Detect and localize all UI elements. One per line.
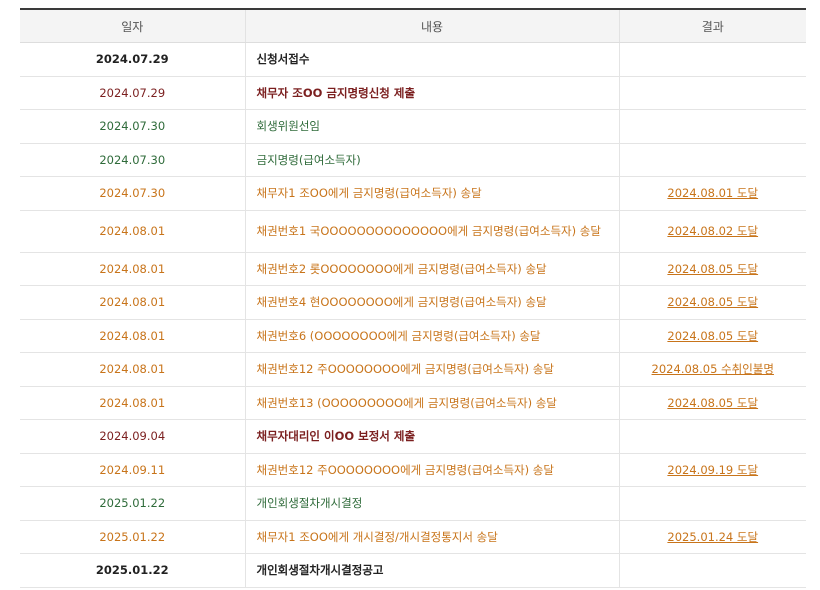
table-row: 2025.01.22 개인회생절차개시결정공고 <box>20 553 806 588</box>
row-content: 금지명령(급여소득자) <box>244 143 619 177</box>
row-content: 회생위원선임 <box>244 109 619 144</box>
table-row: 2024.09.04 채무자대리인 이OO 보정서 제출 <box>20 419 806 454</box>
table-row: 2024.09.11 채권번호12 주OOOOOOOO에게 금지명령(급여소득자)… <box>20 453 806 487</box>
table-header-row: 일자 내용 결과 <box>20 9 806 43</box>
row-result <box>618 486 806 521</box>
table-row: 2024.07.29 신청서접수 <box>20 42 806 77</box>
row-date: 2024.07.30 <box>20 109 245 144</box>
row-content: 채권번호12 주OOOOOOOO에게 금지명령(급여소득자) 송달 <box>244 453 619 487</box>
row-content: 채무자1 조OO에게 금지명령(급여소득자) 송달 <box>244 176 619 211</box>
delivery-result-link[interactable]: 2024.09.19 도달 <box>667 463 758 477</box>
row-date: 2024.08.01 <box>20 319 245 353</box>
row-result: 2024.08.01 도달 <box>618 176 806 211</box>
table-row: 2025.01.22 개인회생절차개시결정 <box>20 486 806 521</box>
row-result: 2024.08.02 도달 <box>618 210 806 253</box>
table-row: 2024.07.30 회생위원선임 <box>20 109 806 144</box>
row-date: 2024.08.01 <box>20 252 245 286</box>
delivery-result-link[interactable]: 2024.08.01 도달 <box>667 186 758 200</box>
row-result: 2025.01.24 도달 <box>618 520 806 554</box>
row-result: 2024.08.05 도달 <box>618 319 806 353</box>
row-date: 2025.01.22 <box>20 486 245 521</box>
table-row: 2024.08.01 채권번호13 (OOOOOOOOO에게 금지명령(급여소득자… <box>20 386 806 420</box>
table-row: 2025.01.22 채무자1 조OO에게 개시결정/개시결정통지서 송달 2025… <box>20 520 806 554</box>
row-result <box>618 42 806 77</box>
row-date: 2024.08.01 <box>20 352 245 387</box>
row-result <box>618 76 806 110</box>
table-row: 2024.07.29 채무자 조OO 금지명령신청 제출 <box>20 76 806 110</box>
table-row: 2024.08.01 채권번호4 현OOOOOOOO에게 금지명령(급여소득자) … <box>20 285 806 320</box>
delivery-result-link[interactable]: 2025.01.24 도달 <box>667 530 758 544</box>
table-row: 2024.08.01 채권번호1 국OOOOOOOOOOOOOO에게 금지명령(급… <box>20 210 806 253</box>
table-row: 2024.07.30 채무자1 조OO에게 금지명령(급여소득자) 송달 2024.… <box>20 176 806 211</box>
row-date: 2024.08.01 <box>20 210 245 253</box>
table-row: 2024.08.01 채권번호6 (OOOOOOOO에게 금지명령(급여소득자) … <box>20 319 806 353</box>
row-date: 2024.08.01 <box>20 285 245 320</box>
row-result: 2024.08.05 수취인불명 <box>618 352 806 387</box>
row-date: 2025.01.22 <box>20 520 245 554</box>
row-date: 2024.09.11 <box>20 453 245 487</box>
row-content: 채권번호12 주OOOOOOOO에게 금지명령(급여소득자) 송달 <box>244 352 619 387</box>
row-result: 2024.08.05 도달 <box>618 252 806 286</box>
date-column-header: 일자 <box>20 9 245 43</box>
row-content: 개인회생절차개시결정 <box>244 486 619 521</box>
table-body: 2024.07.29 신청서접수 2024.07.29 채무자 조OO 금지명령신청 … <box>20 42 806 588</box>
row-date: 2024.07.29 <box>20 76 245 110</box>
case-history-panel: 일자 내용 결과 2024.07.29 신청서접수 2024.07.29 채무자 조O… <box>20 8 806 588</box>
delivery-result-link[interactable]: 2024.08.05 도달 <box>667 262 758 276</box>
row-result <box>618 553 806 588</box>
row-date: 2024.07.29 <box>20 42 245 77</box>
row-content: 채권번호13 (OOOOOOOOO에게 금지명령(급여소득자) 송달 <box>244 386 619 420</box>
row-date: 2024.08.01 <box>20 386 245 420</box>
delivery-result-link[interactable]: 2024.08.05 도달 <box>667 295 758 309</box>
row-content: 채무자대리인 이OO 보정서 제출 <box>244 419 619 454</box>
row-result <box>618 109 806 144</box>
row-result <box>618 419 806 454</box>
row-content: 채무자 조OO 금지명령신청 제출 <box>244 76 619 110</box>
table-row: 2024.08.01 채권번호12 주OOOOOOOO에게 금지명령(급여소득자)… <box>20 352 806 387</box>
row-content: 채권번호1 국OOOOOOOOOOOOOO에게 금지명령(급여소득자) 송달 <box>244 210 619 253</box>
row-content: 신청서접수 <box>244 42 619 77</box>
row-date: 2024.07.30 <box>20 143 245 177</box>
row-result <box>618 143 806 177</box>
table-row: 2024.07.30 금지명령(급여소득자) <box>20 143 806 177</box>
row-content: 채권번호4 현OOOOOOOO에게 금지명령(급여소득자) 송달 <box>244 285 619 320</box>
row-date: 2024.07.30 <box>20 176 245 211</box>
result-column-header: 결과 <box>618 9 806 43</box>
row-date: 2024.09.04 <box>20 419 245 454</box>
delivery-result-link[interactable]: 2024.08.05 도달 <box>667 329 758 343</box>
row-content: 채권번호2 롯OOOOOOOO에게 금지명령(급여소득자) 송달 <box>244 252 619 286</box>
row-content: 채권번호6 (OOOOOOOO에게 금지명령(급여소득자) 송달 <box>244 319 619 353</box>
row-result: 2024.08.05 도달 <box>618 285 806 320</box>
row-result: 2024.09.19 도달 <box>618 453 806 487</box>
row-date: 2025.01.22 <box>20 553 245 588</box>
row-content: 개인회생절차개시결정공고 <box>244 553 619 588</box>
delivery-result-link[interactable]: 2024.08.05 도달 <box>667 396 758 410</box>
case-progress-table: 일자 내용 결과 2024.07.29 신청서접수 2024.07.29 채무자 조O… <box>20 8 806 588</box>
delivery-result-link[interactable]: 2024.08.05 수취인불명 <box>652 362 774 376</box>
row-result: 2024.08.05 도달 <box>618 386 806 420</box>
content-column-header: 내용 <box>244 9 619 43</box>
table-row: 2024.08.01 채권번호2 롯OOOOOOOO에게 금지명령(급여소득자) … <box>20 252 806 286</box>
row-content: 채무자1 조OO에게 개시결정/개시결정통지서 송달 <box>244 520 619 554</box>
delivery-result-link[interactable]: 2024.08.02 도달 <box>667 224 758 238</box>
